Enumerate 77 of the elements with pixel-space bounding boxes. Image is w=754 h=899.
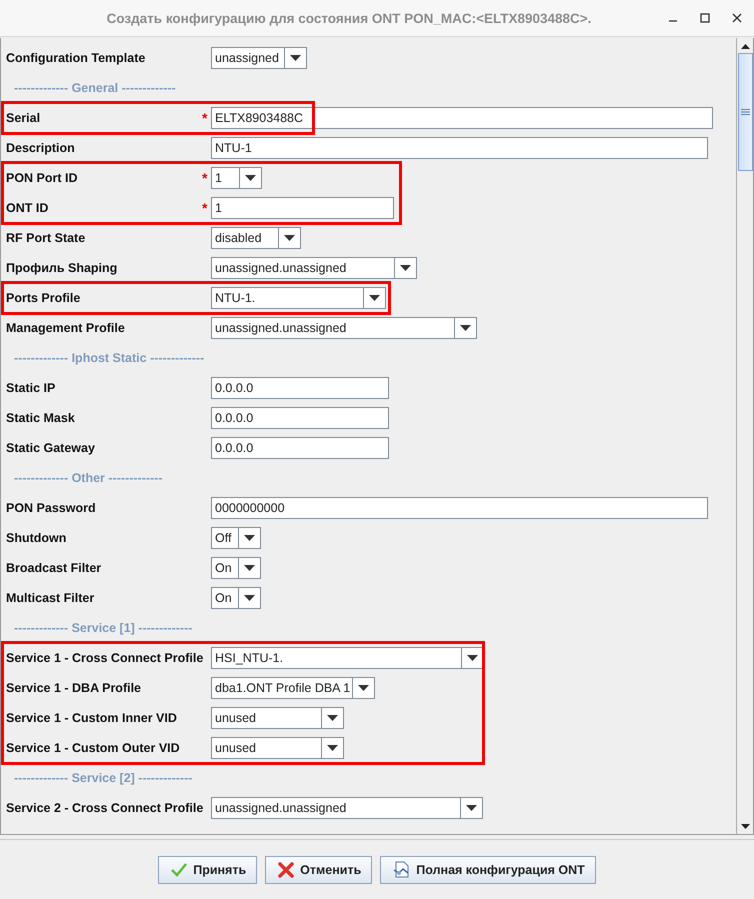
field-label: Description [5, 141, 76, 155]
dropdown-arrow-icon [244, 535, 255, 541]
text-field[interactable]: 0.0.0.0 [211, 437, 389, 459]
dropdown-field[interactable]: disabled [211, 227, 301, 249]
field-label: Ports Profile [5, 291, 82, 305]
dropdown-arrow-icon [400, 265, 411, 271]
grip-icon [741, 109, 750, 115]
text-field[interactable]: 0.0.0.0 [211, 377, 389, 399]
dropdown-arrow-icon [327, 715, 338, 721]
section-heading: ------------- Service [1] ------------- [14, 621, 192, 635]
cross-icon [278, 862, 294, 878]
field-label: Shutdown [5, 531, 68, 545]
section-heading: ------------- Other ------------- [14, 471, 163, 485]
dropdown-field[interactable]: dba1.ONT Profile DBA 1 [211, 677, 375, 699]
required-marker: * [202, 110, 208, 126]
dialog-button[interactable]: Полная конфигурация ONT [380, 856, 596, 884]
section-heading: ------------- Service [2] ------------- [14, 771, 192, 785]
dropdown-arrow-icon [327, 745, 338, 751]
field-label: RF Port State [5, 231, 86, 245]
field-label: PON Password [5, 501, 97, 515]
field-label: Service 1 - Custom Inner VID [5, 711, 178, 725]
dropdown-field[interactable]: Off [211, 527, 261, 549]
dropdown-arrow-icon [244, 565, 255, 571]
field-label: Static Mask [5, 411, 76, 425]
dropdown-field[interactable]: On [211, 557, 261, 579]
maximize-icon[interactable] [700, 13, 710, 23]
dropdown-arrow-icon [369, 295, 380, 301]
field-label: Configuration Template [5, 51, 146, 65]
dropdown-field[interactable]: 1 [211, 167, 262, 189]
field-label: ONT ID [5, 201, 50, 215]
field-label: Management Profile [5, 321, 126, 335]
dropdown-field[interactable]: unused [211, 707, 344, 729]
dropdown-arrow-icon [290, 55, 301, 61]
field-label: Профиль Shaping [5, 261, 118, 275]
dropdown-field[interactable]: unused [211, 737, 344, 759]
field-label: Service 1 - Custom Outer VID [5, 741, 181, 755]
dropdown-field[interactable]: unassigned.unassigned [211, 797, 483, 819]
required-marker: * [202, 170, 208, 186]
text-field[interactable]: 1 [211, 197, 394, 219]
field-label: Multicast Filter [5, 591, 96, 605]
dropdown-field[interactable]: unassigned [211, 47, 307, 69]
window-title: Создать конфигурацию для состояния ONT PON_MAC:<ELTX8903488C>. [106, 10, 592, 26]
dropdown-field[interactable]: NTU-1. [211, 287, 386, 309]
dropdown-field[interactable]: unassigned.unassigned [211, 257, 417, 279]
field-label: Static IP [5, 381, 56, 395]
field-label: Service 2 - Cross Connect Profile [5, 801, 202, 815]
dropdown-arrow-icon [245, 175, 256, 181]
text-field[interactable]: 0000000000 [211, 497, 708, 519]
text-field[interactable]: ELTX8903488C [211, 107, 713, 129]
field-label: Service 1 - DBA Profile [5, 681, 142, 695]
dialog-button[interactable]: Отменить [265, 856, 372, 884]
dropdown-field[interactable]: unassigned.unassigned [211, 317, 477, 339]
field-label: Static Gateway [5, 441, 96, 455]
required-marker: * [202, 200, 208, 216]
text-field[interactable]: NTU-1 [211, 137, 708, 159]
dropdown-arrow-icon [244, 595, 255, 601]
close-icon[interactable] [732, 13, 742, 23]
scroll-down-icon[interactable] [740, 824, 750, 828]
dropdown-arrow-icon [284, 235, 295, 241]
section-heading: ------------- Iphost Static ------------- [14, 351, 204, 365]
scrollbar[interactable] [736, 38, 753, 834]
text-field[interactable]: 0.0.0.0 [211, 407, 389, 429]
section-heading: ------------- General ------------- [14, 81, 176, 95]
dropdown-field[interactable]: HSI_NTU-1. [211, 647, 484, 669]
field-label: PON Port ID [5, 171, 79, 185]
field-label: Serial [5, 111, 42, 125]
dropdown-arrow-icon [467, 655, 478, 661]
dropdown-field[interactable]: On [211, 587, 261, 609]
dialog-button[interactable]: Принять [158, 856, 258, 884]
scroll-up-icon[interactable] [740, 44, 750, 48]
dropdown-arrow-icon [466, 805, 477, 811]
field-label: Service 1 - Cross Connect Profile [5, 651, 202, 665]
dropdown-arrow-icon [358, 685, 370, 691]
document-icon [393, 861, 410, 878]
checkmark-icon [171, 862, 188, 876]
field-label: Broadcast Filter [5, 561, 102, 575]
dropdown-arrow-icon [460, 325, 471, 331]
